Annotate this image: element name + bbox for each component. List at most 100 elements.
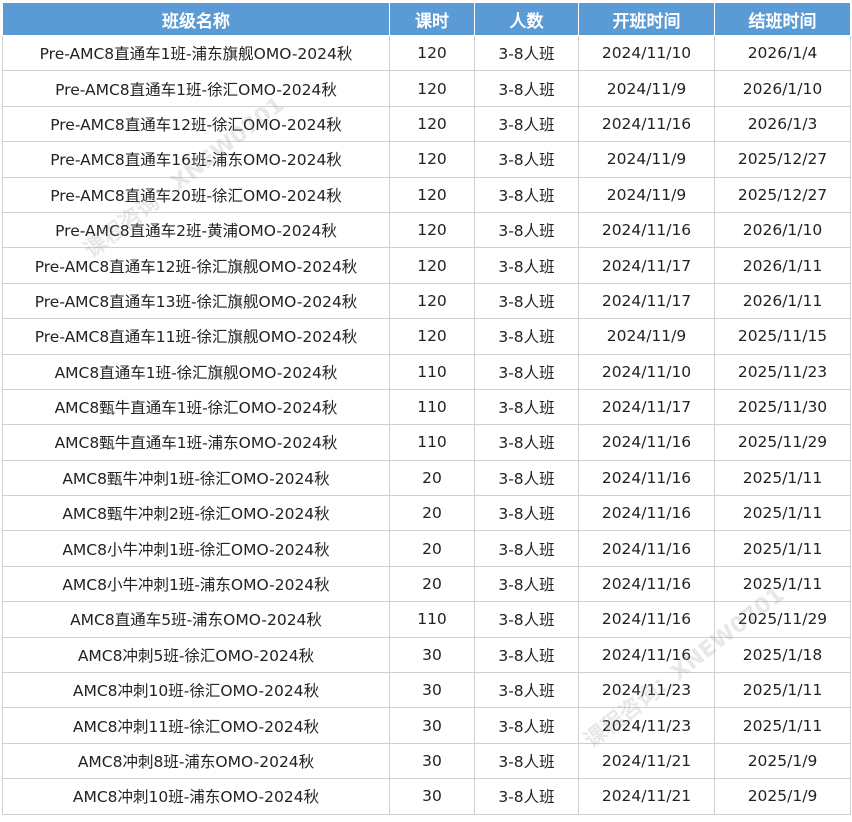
cell-start-date: 2024/11/9	[578, 141, 715, 178]
cell-class-name: AMC8冲刺5班-徐汇OMO-2024秋	[2, 636, 390, 674]
table-row: Pre-AMC8直通车1班-徐汇OMO-2024秋 120 3-8人班 2024/11…	[2, 70, 851, 107]
cell-end-date: 2025/12/27	[714, 176, 851, 213]
table-row: AMC8直通车1班-徐汇旗舰OMO-2024秋 110 3-8人班 2024/11/1…	[2, 353, 851, 390]
cell-hours: 120	[389, 211, 475, 249]
cell-end-date: 2026/1/11	[714, 247, 851, 284]
cell-hours: 30	[389, 636, 475, 674]
cell-hours: 20	[389, 530, 475, 567]
cell-start-date: 2024/11/23	[578, 672, 715, 709]
cell-class-size: 3-8人班	[474, 176, 579, 213]
cell-class-size: 3-8人班	[474, 495, 579, 532]
cell-end-date: 2025/1/11	[714, 707, 851, 744]
cell-end-date: 2025/1/11	[714, 459, 851, 497]
cell-start-date: 2024/11/16	[578, 601, 715, 638]
cell-class-name: Pre-AMC8直通车1班-浦东旗舰OMO-2024秋	[2, 34, 390, 72]
cell-class-size: 3-8人班	[474, 211, 579, 249]
cell-class-size: 3-8人班	[474, 459, 579, 497]
header-hours: 课时	[389, 2, 475, 36]
cell-end-date: 2025/11/15	[714, 318, 851, 355]
cell-end-date: 2026/1/4	[714, 34, 851, 72]
cell-class-name: Pre-AMC8直通车16班-浦东OMO-2024秋	[2, 141, 390, 178]
cell-class-name: AMC8甄牛冲刺1班-徐汇OMO-2024秋	[2, 459, 390, 497]
cell-end-date: 2025/1/11	[714, 565, 851, 603]
cell-class-name: AMC8直通车5班-浦东OMO-2024秋	[2, 601, 390, 638]
cell-class-name: Pre-AMC8直通车11班-徐汇旗舰OMO-2024秋	[2, 318, 390, 355]
cell-class-name: AMC8甄牛冲刺2班-徐汇OMO-2024秋	[2, 495, 390, 532]
cell-class-size: 3-8人班	[474, 707, 579, 744]
header-class-name: 班级名称	[2, 2, 390, 36]
cell-end-date: 2025/11/30	[714, 388, 851, 426]
cell-hours: 110	[389, 388, 475, 426]
header-start-date: 开班时间	[578, 2, 715, 36]
cell-class-name: AMC8小牛冲刺1班-浦东OMO-2024秋	[2, 565, 390, 603]
cell-class-size: 3-8人班	[474, 742, 579, 780]
cell-hours: 120	[389, 105, 475, 143]
table-row: Pre-AMC8直通车2班-黄浦OMO-2024秋 120 3-8人班 2024/11…	[2, 211, 851, 249]
cell-start-date: 2024/11/16	[578, 530, 715, 567]
cell-class-size: 3-8人班	[474, 318, 579, 355]
cell-start-date: 2024/11/9	[578, 318, 715, 355]
cell-class-size: 3-8人班	[474, 70, 579, 107]
cell-start-date: 2024/11/17	[578, 282, 715, 320]
cell-class-name: Pre-AMC8直通车2班-黄浦OMO-2024秋	[2, 211, 390, 249]
cell-hours: 120	[389, 176, 475, 213]
table-row: Pre-AMC8直通车12班-徐汇旗舰OMO-2024秋 120 3-8人班 2024…	[2, 247, 851, 284]
cell-start-date: 2024/11/16	[578, 459, 715, 497]
header-end-date: 结班时间	[714, 2, 851, 36]
table-row: AMC8小牛冲刺1班-徐汇OMO-2024秋 20 3-8人班 2024/11/16 2…	[2, 530, 851, 567]
cell-class-name: AMC8甄牛直通车1班-徐汇OMO-2024秋	[2, 388, 390, 426]
cell-class-name: AMC8冲刺8班-浦东OMO-2024秋	[2, 742, 390, 780]
cell-end-date: 2026/1/10	[714, 70, 851, 107]
cell-class-size: 3-8人班	[474, 601, 579, 638]
cell-class-name: Pre-AMC8直通车12班-徐汇OMO-2024秋	[2, 105, 390, 143]
cell-class-size: 3-8人班	[474, 141, 579, 178]
cell-class-name: Pre-AMC8直通车20班-徐汇OMO-2024秋	[2, 176, 390, 213]
table-row: AMC8小牛冲刺1班-浦东OMO-2024秋 20 3-8人班 2024/11/16 2…	[2, 565, 851, 603]
table-row: AMC8甄牛直通车1班-徐汇OMO-2024秋 110 3-8人班 2024/11/1…	[2, 388, 851, 426]
table-row: AMC8冲刺8班-浦东OMO-2024秋 30 3-8人班 2024/11/21 202…	[2, 742, 851, 780]
cell-hours: 120	[389, 282, 475, 320]
cell-start-date: 2024/11/9	[578, 70, 715, 107]
cell-class-size: 3-8人班	[474, 353, 579, 390]
table-row: AMC8甄牛冲刺2班-徐汇OMO-2024秋 20 3-8人班 2024/11/16 2…	[2, 495, 851, 532]
cell-end-date: 2025/12/27	[714, 141, 851, 178]
cell-start-date: 2024/11/16	[578, 636, 715, 674]
cell-end-date: 2025/1/11	[714, 530, 851, 567]
cell-class-size: 3-8人班	[474, 247, 579, 284]
cell-end-date: 2025/1/11	[714, 495, 851, 532]
header-row: 班级名称 课时 人数 开班时间 结班时间	[2, 2, 851, 36]
cell-class-size: 3-8人班	[474, 778, 579, 815]
cell-hours: 20	[389, 459, 475, 497]
cell-start-date: 2024/11/16	[578, 211, 715, 249]
table-row: Pre-AMC8直通车11班-徐汇旗舰OMO-2024秋 120 3-8人班 2024…	[2, 318, 851, 355]
cell-end-date: 2025/1/18	[714, 636, 851, 674]
cell-class-name: AMC8冲刺10班-徐汇OMO-2024秋	[2, 672, 390, 709]
cell-hours: 110	[389, 601, 475, 638]
cell-start-date: 2024/11/9	[578, 176, 715, 213]
cell-hours: 20	[389, 495, 475, 532]
table-row: AMC8甄牛冲刺1班-徐汇OMO-2024秋 20 3-8人班 2024/11/16 2…	[2, 459, 851, 497]
cell-class-size: 3-8人班	[474, 424, 579, 461]
cell-class-name: Pre-AMC8直通车12班-徐汇旗舰OMO-2024秋	[2, 247, 390, 284]
cell-class-size: 3-8人班	[474, 530, 579, 567]
cell-class-name: AMC8小牛冲刺1班-徐汇OMO-2024秋	[2, 530, 390, 567]
cell-start-date: 2024/11/16	[578, 565, 715, 603]
table-row: Pre-AMC8直通车13班-徐汇旗舰OMO-2024秋 120 3-8人班 2024…	[2, 282, 851, 320]
cell-end-date: 2025/1/9	[714, 778, 851, 815]
cell-end-date: 2025/1/11	[714, 672, 851, 709]
header-class-size: 人数	[474, 2, 579, 36]
cell-end-date: 2025/11/29	[714, 601, 851, 638]
cell-start-date: 2024/11/16	[578, 495, 715, 532]
cell-class-name: AMC8冲刺10班-浦东OMO-2024秋	[2, 778, 390, 815]
table-row: AMC8冲刺10班-浦东OMO-2024秋 30 3-8人班 2024/11/21 20…	[2, 778, 851, 815]
cell-class-size: 3-8人班	[474, 672, 579, 709]
table-row: Pre-AMC8直通车12班-徐汇OMO-2024秋 120 3-8人班 2024/1…	[2, 105, 851, 143]
cell-start-date: 2024/11/21	[578, 742, 715, 780]
class-schedule-table: 班级名称 课时 人数 开班时间 结班时间 Pre-AMC8直通车1班-浦东旗舰O…	[2, 2, 851, 815]
cell-hours: 30	[389, 778, 475, 815]
cell-start-date: 2024/11/23	[578, 707, 715, 744]
cell-end-date: 2025/11/29	[714, 424, 851, 461]
table-row: Pre-AMC8直通车20班-徐汇OMO-2024秋 120 3-8人班 2024/1…	[2, 176, 851, 213]
cell-class-name: AMC8冲刺11班-徐汇OMO-2024秋	[2, 707, 390, 744]
cell-start-date: 2024/11/17	[578, 247, 715, 284]
